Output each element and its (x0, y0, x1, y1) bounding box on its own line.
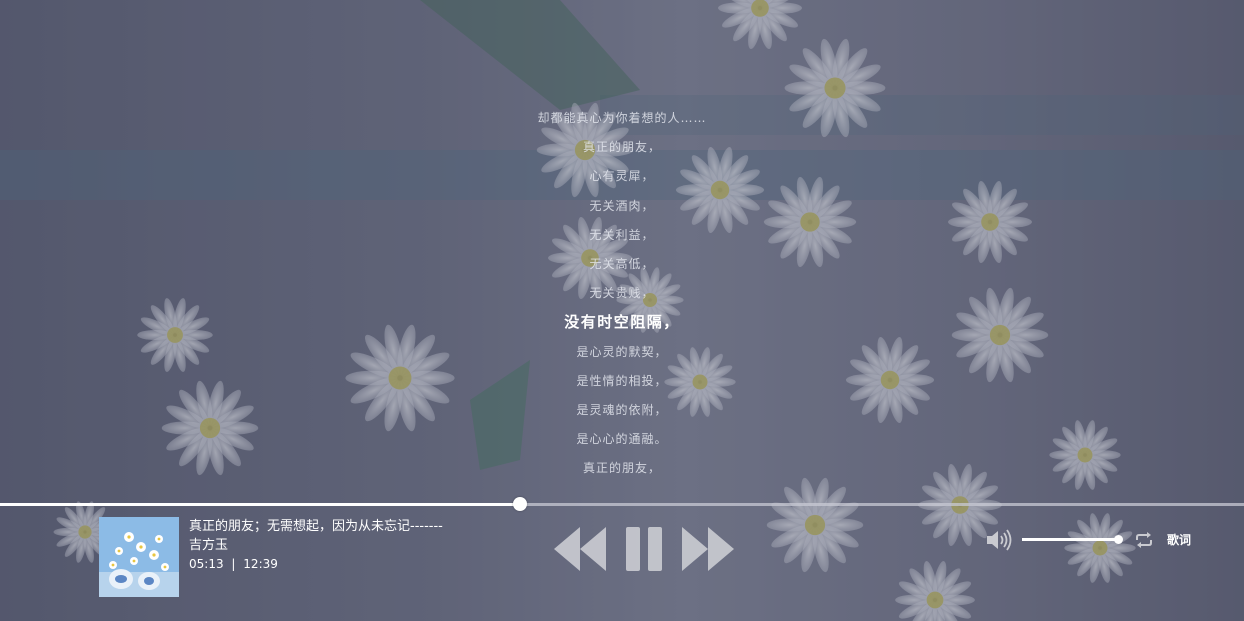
lyric-line-current: 没有时空阻隔， (564, 313, 680, 332)
progress-bar[interactable] (0, 497, 1244, 511)
lyrics-panel: 却都能真心为你着想的人…… 真正的朋友， 心有灵犀， 无关酒肉， 无关利益， 无关高低， 无… (0, 104, 1244, 483)
next-button[interactable] (680, 524, 736, 574)
lyric-line: 是心心的通融。 (576, 432, 668, 447)
song-time: 05:13 | 12:39 (189, 555, 443, 574)
speaker-icon (987, 529, 1012, 551)
song-info: 真正的朋友；无需想起，因为从未忘记------- 吉方玉 05:13 | 12:… (189, 518, 443, 574)
repeat-icon (1136, 532, 1152, 548)
volume-button[interactable] (985, 529, 1013, 551)
lyrics-toggle-button[interactable]: 歌词 (1167, 532, 1191, 548)
total-time: 12:39 (243, 557, 278, 571)
volume-fill (1022, 538, 1118, 541)
rewind-icon (554, 527, 606, 571)
lyric-line: 是性情的相投， (576, 373, 668, 388)
lyric-line: 无关贵贱， (589, 286, 655, 301)
lyric-line: 心有灵犀， (589, 169, 655, 184)
album-cover (99, 517, 179, 597)
progress-fill (0, 503, 520, 506)
previous-button[interactable] (552, 524, 608, 574)
lyric-line: 是心灵的默契， (576, 344, 668, 359)
lyric-line: 是灵魂的依附， (576, 402, 668, 417)
fast-forward-icon (682, 527, 734, 571)
pause-icon (626, 527, 662, 571)
current-time: 05:13 (189, 557, 224, 571)
volume-slider[interactable] (1022, 535, 1123, 544)
progress-thumb[interactable] (513, 497, 527, 511)
album-cover-art (99, 517, 179, 597)
loop-button[interactable] (1133, 531, 1155, 549)
lyric-line: 真正的朋友， (582, 461, 661, 476)
song-title: 真正的朋友；无需想起，因为从未忘记------- (189, 519, 443, 534)
lyric-line: 无关高低， (589, 256, 655, 271)
lyric-line: 真正的朋友， (582, 140, 661, 155)
lyric-line: 却都能真心为你着想的人…… (537, 111, 707, 125)
pause-button[interactable] (624, 524, 664, 574)
lyric-line: 无关酒肉， (589, 198, 655, 213)
song-artist: 吉方玉 (189, 538, 229, 553)
volume-thumb[interactable] (1114, 535, 1123, 544)
time-separator: | (231, 557, 236, 571)
lyric-line: 无关利益， (589, 227, 655, 242)
